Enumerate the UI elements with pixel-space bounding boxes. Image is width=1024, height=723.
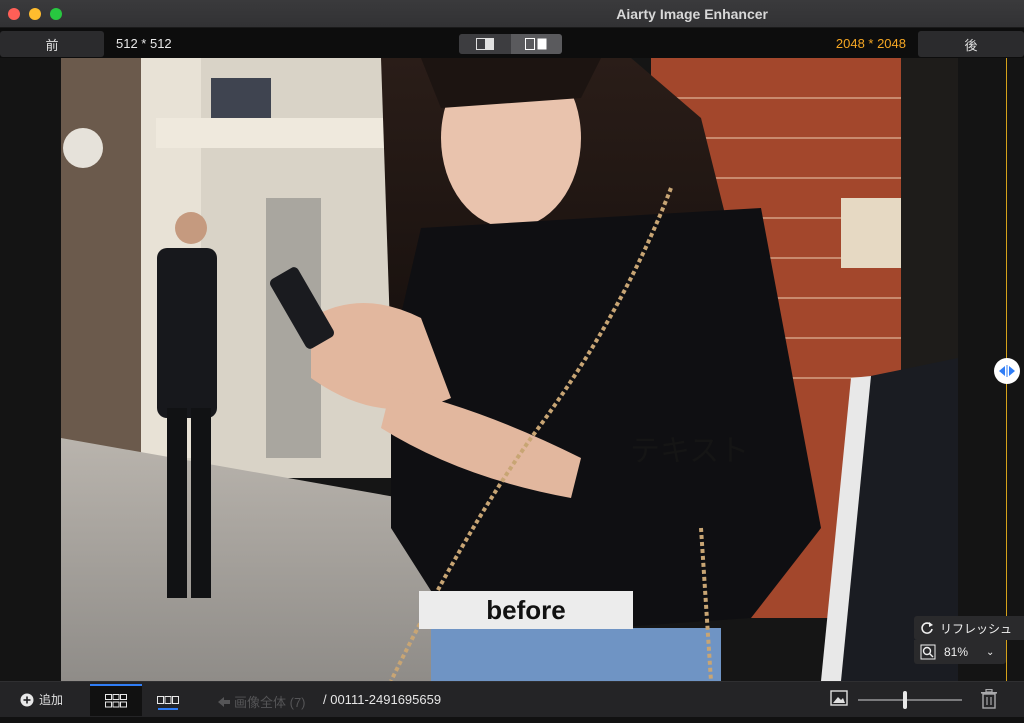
zoom-value: 81% <box>944 645 969 659</box>
app-window: Aiarty Image Enhancer 前 512 * 512 2048 *… <box>0 0 1024 723</box>
filmstrip-icon <box>157 696 179 704</box>
bottom-bar: 追加 画像全体 (7) / 00111-2491695659 <box>0 681 1024 717</box>
side-by-side-icon <box>525 38 547 50</box>
image-path-label: / 00111-2491695659 <box>323 692 442 707</box>
refresh-icon <box>921 622 933 634</box>
drag-arrows-icon <box>999 365 1015 377</box>
add-label: 追加 <box>39 693 64 707</box>
refresh-button[interactable]: リフレッシュ <box>914 616 1024 640</box>
previous-image-button[interactable]: 前 <box>0 31 104 57</box>
active-indicator <box>158 708 178 710</box>
trash-icon[interactable] <box>980 688 998 714</box>
close-window-button[interactable] <box>8 8 20 20</box>
image-stage: before テキスト リフレッシュ 81% ⌄ <box>0 58 1024 681</box>
add-image-button[interactable]: 追加 <box>20 691 63 708</box>
grid-icon <box>105 694 127 708</box>
view-mode-toggle <box>459 34 562 54</box>
overlay-text: テキスト <box>630 435 750 468</box>
source-size-label: 512 * 512 <box>116 36 172 51</box>
refresh-label: リフレッシュ <box>940 621 1013 636</box>
before-label: before <box>419 591 633 629</box>
zoom-icon <box>920 644 936 660</box>
zoom-select[interactable]: 81% ⌄ <box>914 640 1006 664</box>
top-toolbar: 前 512 * 512 2048 * 2048 後 <box>0 28 1024 58</box>
next-image-button[interactable]: 後 <box>918 31 1024 57</box>
filmstrip-view-button[interactable] <box>150 684 186 716</box>
back-all-label: 画像全体 (7) <box>234 695 306 710</box>
thumbnail-size-slider-thumb[interactable] <box>903 691 907 709</box>
output-size-label: 2048 * 2048 <box>835 36 906 51</box>
zoom-window-button[interactable] <box>50 8 62 20</box>
chevron-down-icon: ⌄ <box>986 646 995 658</box>
plus-circle-icon <box>20 693 34 706</box>
split-view-icon <box>475 38 494 50</box>
side-by-side-view-button[interactable] <box>510 34 562 54</box>
minimize-window-button[interactable] <box>29 8 41 20</box>
left-margin <box>0 58 61 681</box>
photo-illustration <box>61 58 958 681</box>
compare-divider-handle[interactable] <box>994 358 1020 384</box>
title-bar: Aiarty Image Enhancer <box>0 0 1024 28</box>
thumbnail-size-image-icon <box>830 690 848 711</box>
grid-view-button[interactable] <box>90 684 142 716</box>
back-to-all-images-button[interactable]: 画像全体 (7) <box>218 692 306 711</box>
preview-image[interactable] <box>61 58 958 681</box>
arrow-left-icon <box>218 696 230 707</box>
thumbnail-strip <box>0 717 1024 723</box>
window-title: Aiarty Image Enhancer <box>616 6 768 22</box>
thumbnail-size-slider[interactable] <box>858 699 962 701</box>
split-view-button[interactable] <box>459 34 511 54</box>
